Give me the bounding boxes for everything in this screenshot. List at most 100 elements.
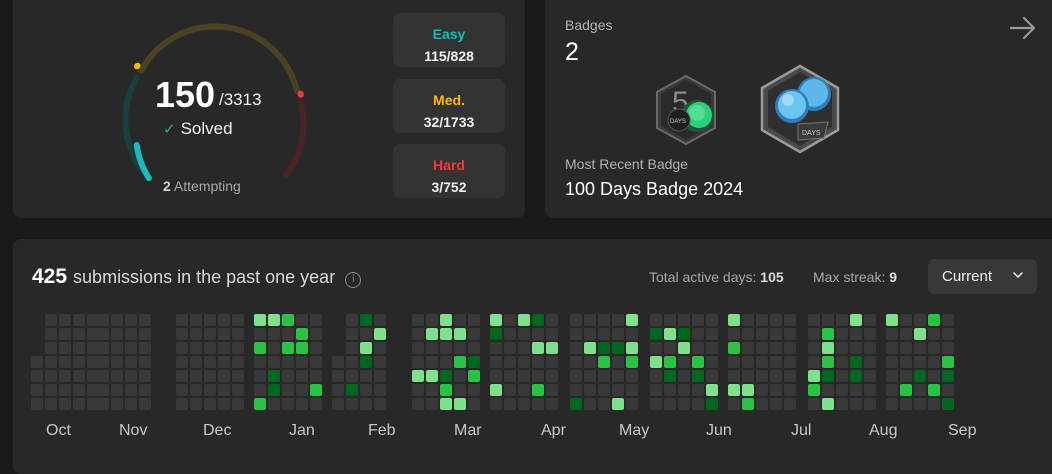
hard-stat[interactable]: Hard 3/752: [393, 144, 505, 198]
heatmap-cell[interactable]: [914, 356, 926, 368]
heatmap-cell[interactable]: [374, 370, 386, 382]
heatmap-cell[interactable]: [728, 370, 740, 382]
heatmap-cell[interactable]: [282, 314, 294, 326]
heatmap-cell[interactable]: [706, 314, 718, 326]
heatmap-cell[interactable]: [176, 398, 188, 410]
heatmap-cell[interactable]: [728, 342, 740, 354]
heatmap-cell[interactable]: [45, 356, 57, 368]
heatmap-cell[interactable]: [886, 328, 898, 340]
heatmap-cell[interactable]: [440, 356, 452, 368]
heatmap-cell[interactable]: [518, 342, 530, 354]
heatmap-cell[interactable]: [900, 328, 912, 340]
heatmap-cell[interactable]: [584, 342, 596, 354]
heatmap-cell[interactable]: [886, 342, 898, 354]
heatmap-cell[interactable]: [468, 384, 480, 396]
heatmap-cell[interactable]: [440, 314, 452, 326]
easy-stat[interactable]: Easy 115/828: [393, 13, 505, 67]
heatmap-cell[interactable]: [190, 370, 202, 382]
heatmap-cell[interactable]: [822, 356, 834, 368]
heatmap-cell[interactable]: [836, 370, 848, 382]
heatmap-cell[interactable]: [900, 398, 912, 410]
heatmap-cell[interactable]: [850, 398, 862, 410]
heatmap-cell[interactable]: [176, 370, 188, 382]
heatmap-cell[interactable]: [742, 398, 754, 410]
heatmap-cell[interactable]: [232, 384, 244, 396]
heatmap-cell[interactable]: [598, 384, 610, 396]
heatmap-cell[interactable]: [822, 384, 834, 396]
arrow-right-icon[interactable]: [1007, 12, 1039, 44]
heatmap-cell[interactable]: [374, 384, 386, 396]
heatmap-cell[interactable]: [532, 398, 544, 410]
heatmap-cell[interactable]: [374, 342, 386, 354]
heatmap-cell[interactable]: [282, 356, 294, 368]
heatmap-cell[interactable]: [518, 314, 530, 326]
heatmap-cell[interactable]: [490, 398, 502, 410]
heatmap-cell[interactable]: [310, 398, 322, 410]
heatmap-cell[interactable]: [692, 314, 704, 326]
heatmap-cell[interactable]: [742, 384, 754, 396]
heatmap-cell[interactable]: [546, 342, 558, 354]
heatmap-cell[interactable]: [490, 314, 502, 326]
heatmap-cell[interactable]: [886, 356, 898, 368]
heatmap-cell[interactable]: [914, 384, 926, 396]
heatmap-cell[interactable]: [900, 370, 912, 382]
heatmap-cell[interactable]: [584, 384, 596, 396]
heatmap-cell[interactable]: [374, 328, 386, 340]
heatmap-cell[interactable]: [190, 398, 202, 410]
heatmap-cell[interactable]: [190, 356, 202, 368]
heatmap-cell[interactable]: [176, 342, 188, 354]
heatmap-cell[interactable]: [678, 356, 690, 368]
heatmap-cell[interactable]: [111, 370, 123, 382]
heatmap-cell[interactable]: [504, 314, 516, 326]
heatmap-cell[interactable]: [97, 342, 109, 354]
heatmap-cell[interactable]: [742, 314, 754, 326]
heatmap-cell[interactable]: [942, 356, 954, 368]
heatmap-cell[interactable]: [504, 328, 516, 340]
heatmap-cell[interactable]: [518, 370, 530, 382]
heatmap-cell[interactable]: [111, 328, 123, 340]
heatmap-cell[interactable]: [864, 398, 876, 410]
heatmap-cell[interactable]: [332, 384, 344, 396]
heatmap-cell[interactable]: [282, 342, 294, 354]
heatmap-cell[interactable]: [692, 342, 704, 354]
heatmap-cell[interactable]: [770, 356, 782, 368]
heatmap-cell[interactable]: [332, 370, 344, 382]
heatmap-cell[interactable]: [440, 384, 452, 396]
heatmap-cell[interactable]: [928, 356, 940, 368]
heatmap-cell[interactable]: [59, 328, 71, 340]
heatmap-cell[interactable]: [886, 370, 898, 382]
heatmap-cell[interactable]: [218, 384, 230, 396]
heatmap-cell[interactable]: [808, 356, 820, 368]
heatmap-cell[interactable]: [296, 384, 308, 396]
heatmap-cell[interactable]: [59, 384, 71, 396]
heatmap-cell[interactable]: [728, 328, 740, 340]
heatmap-cell[interactable]: [626, 356, 638, 368]
heatmap-cell[interactable]: [598, 370, 610, 382]
heatmap-cell[interactable]: [706, 384, 718, 396]
heatmap-cell[interactable]: [268, 370, 280, 382]
heatmap-cell[interactable]: [678, 370, 690, 382]
heatmap-cell[interactable]: [232, 398, 244, 410]
heatmap-cell[interactable]: [440, 370, 452, 382]
heatmap-cell[interactable]: [942, 398, 954, 410]
heatmap-cell[interactable]: [706, 356, 718, 368]
heatmap-cell[interactable]: [914, 398, 926, 410]
heatmap-cell[interactable]: [45, 314, 57, 326]
heatmap-cell[interactable]: [612, 328, 624, 340]
heatmap-cell[interactable]: [706, 398, 718, 410]
heatmap-cell[interactable]: [692, 370, 704, 382]
heatmap-cell[interactable]: [412, 328, 424, 340]
heatmap-cell[interactable]: [784, 328, 796, 340]
heatmap-cell[interactable]: [546, 356, 558, 368]
100-days-badge-icon[interactable]: DAYS: [758, 64, 842, 154]
heatmap-cell[interactable]: [254, 398, 266, 410]
heatmap-cell[interactable]: [268, 398, 280, 410]
heatmap-cell[interactable]: [850, 384, 862, 396]
heatmap-cell[interactable]: [468, 314, 480, 326]
heatmap-cell[interactable]: [232, 370, 244, 382]
heatmap-cell[interactable]: [268, 314, 280, 326]
heatmap-cell[interactable]: [360, 328, 372, 340]
50-days-badge-icon[interactable]: 5 DAYS: [653, 74, 719, 146]
heatmap-cell[interactable]: [532, 356, 544, 368]
heatmap-cell[interactable]: [111, 342, 123, 354]
